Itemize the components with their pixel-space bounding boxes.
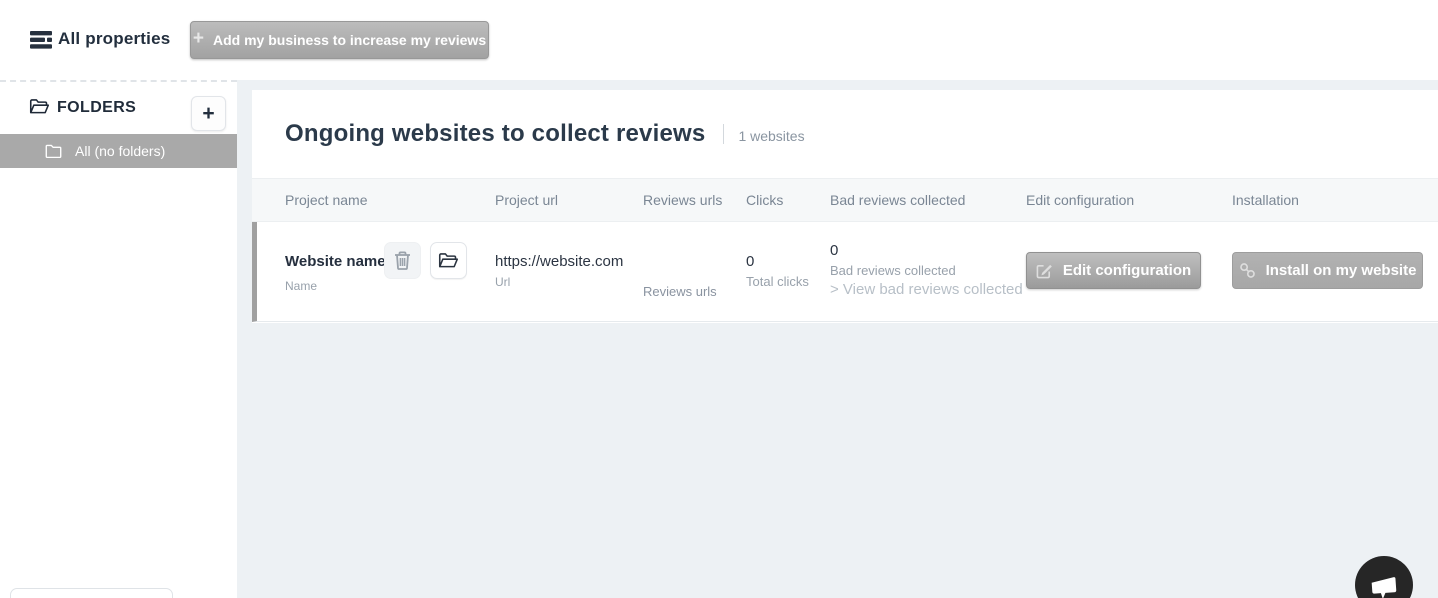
properties-icon <box>30 31 52 49</box>
project-name-value: Website name <box>285 253 386 270</box>
link-icon <box>1239 262 1256 279</box>
folders-sidebar: FOLDERS + All (no folders) <box>0 80 237 598</box>
open-folder-icon <box>438 252 459 269</box>
edit-icon <box>1036 262 1053 279</box>
top-bar: All properties + Add my business to incr… <box>0 0 1438 80</box>
project-url-label: Url <box>495 275 510 289</box>
bad-reviews-value: 0 <box>830 242 838 259</box>
column-project-name: Project name <box>285 192 367 208</box>
view-bad-reviews-link[interactable]: > View bad reviews collected <box>830 281 1023 298</box>
column-project-url: Project url <box>495 192 558 208</box>
table-header: Project name Project url Reviews urls Cl… <box>252 178 1438 222</box>
plus-icon: + <box>202 102 214 126</box>
reviews-urls-label: Reviews urls <box>643 284 717 299</box>
chat-widget-button[interactable] <box>1355 556 1413 598</box>
project-name-label: Name <box>285 279 317 293</box>
add-business-button-label: Add my business to increase my reviews <box>213 32 486 48</box>
sidebar-item-all-folders[interactable]: All (no folders) <box>0 134 237 168</box>
websites-card: Ongoing websites to collect reviews 1 we… <box>252 90 1438 323</box>
edit-configuration-label: Edit configuration <box>1063 262 1191 279</box>
install-on-website-button[interactable]: Install on my website <box>1232 252 1423 289</box>
column-clicks: Clicks <box>746 192 783 208</box>
trash-icon <box>394 251 411 270</box>
folders-heading: FOLDERS <box>57 99 136 117</box>
folder-icon <box>45 144 62 158</box>
install-on-website-label: Install on my website <box>1266 262 1417 279</box>
move-to-folder-button[interactable] <box>430 242 467 279</box>
add-folder-button[interactable]: + <box>191 96 226 131</box>
page-title: Ongoing websites to collect reviews <box>285 120 705 148</box>
websites-count: 1 websites <box>738 124 804 144</box>
bad-reviews-label: Bad reviews collected <box>830 263 956 278</box>
column-edit-configuration: Edit configuration <box>1026 192 1134 208</box>
card-title-row: Ongoing websites to collect reviews 1 we… <box>285 120 805 148</box>
column-installation: Installation <box>1232 192 1299 208</box>
table-row: Website name Name https://website.com Ur… <box>252 222 1438 322</box>
project-url-value: https://website.com <box>495 253 623 270</box>
delete-project-button[interactable] <box>384 242 421 279</box>
folders-header: FOLDERS + <box>0 90 237 130</box>
title-separator <box>723 124 724 144</box>
edit-configuration-button[interactable]: Edit configuration <box>1026 252 1201 289</box>
page-context-title: All properties <box>58 29 170 49</box>
clicks-label: Total clicks <box>746 274 809 289</box>
add-business-button[interactable]: + Add my business to increase my reviews <box>190 21 489 59</box>
sidebar-bottom-button[interactable] <box>10 588 173 598</box>
open-folder-icon <box>29 98 50 115</box>
plus-icon: + <box>193 28 204 50</box>
sidebar-item-label: All (no folders) <box>75 143 165 159</box>
column-bad-reviews: Bad reviews collected <box>830 192 965 208</box>
chat-bubble-icon <box>1369 575 1399 598</box>
column-reviews-urls: Reviews urls <box>643 192 722 208</box>
clicks-value: 0 <box>746 253 754 270</box>
